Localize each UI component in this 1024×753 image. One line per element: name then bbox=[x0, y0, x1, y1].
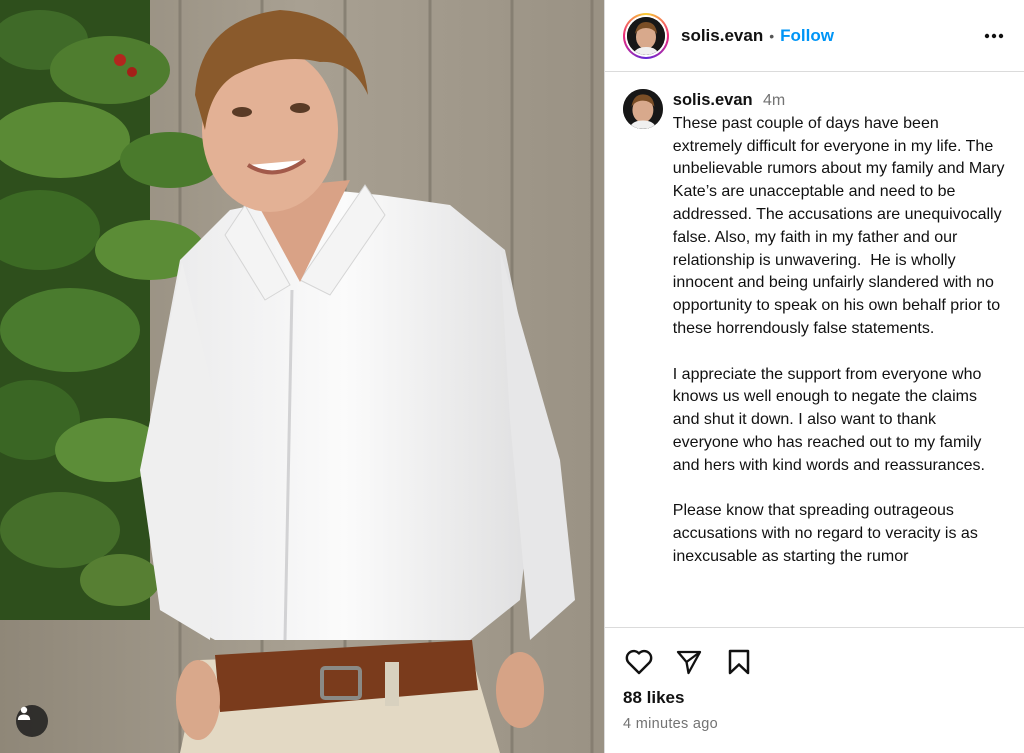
save-button[interactable] bbox=[723, 646, 755, 678]
like-button[interactable] bbox=[623, 646, 655, 678]
caption-body: solis.evan 4m These past couple of days … bbox=[673, 89, 1006, 569]
avatar bbox=[627, 16, 665, 55]
caption-paragraph-1: These past couple of days have been extr… bbox=[672, 114, 1009, 337]
post-photo[interactable] bbox=[0, 0, 604, 753]
caption-username[interactable]: solis.evan bbox=[673, 91, 753, 109]
story-ring[interactable] bbox=[623, 12, 669, 59]
follow-button[interactable]: Follow bbox=[780, 26, 834, 46]
header-separator: • bbox=[769, 27, 775, 44]
share-button[interactable] bbox=[673, 646, 705, 678]
post-side-panel: solis.evan • Follow solis.evan 4m These … bbox=[604, 0, 1024, 753]
instagram-post-view: solis.evan • Follow solis.evan 4m These … bbox=[0, 0, 1024, 753]
caption-avatar[interactable] bbox=[623, 89, 663, 129]
post-timestamp[interactable]: 4 minutes ago bbox=[623, 716, 1006, 732]
more-horizontal-icon bbox=[984, 33, 1004, 38]
caption-paragraph-3: Please know that spreading outrageous ac… bbox=[672, 502, 983, 565]
header-username[interactable]: solis.evan bbox=[681, 26, 763, 46]
tagged-users-button[interactable] bbox=[16, 705, 48, 737]
user-tag-icon bbox=[17, 706, 31, 720]
paper-plane-icon bbox=[676, 650, 702, 675]
more-options-button[interactable] bbox=[980, 22, 1008, 50]
post-header: solis.evan • Follow bbox=[605, 0, 1024, 72]
caption: solis.evan 4m These past couple of days … bbox=[605, 73, 1024, 569]
bookmark-icon bbox=[728, 649, 750, 675]
likes-count[interactable]: 88 likes bbox=[623, 688, 1006, 708]
heart-icon bbox=[625, 649, 653, 675]
caption-timestamp[interactable]: 4m bbox=[763, 92, 785, 109]
caption-scroll-area[interactable]: solis.evan 4m These past couple of days … bbox=[605, 73, 1024, 627]
post-actions: 88 likes 4 minutes ago bbox=[605, 627, 1024, 732]
caption-paragraph-2: I appreciate the support from everyone w… bbox=[672, 365, 986, 474]
portrait-illustration bbox=[0, 0, 604, 753]
